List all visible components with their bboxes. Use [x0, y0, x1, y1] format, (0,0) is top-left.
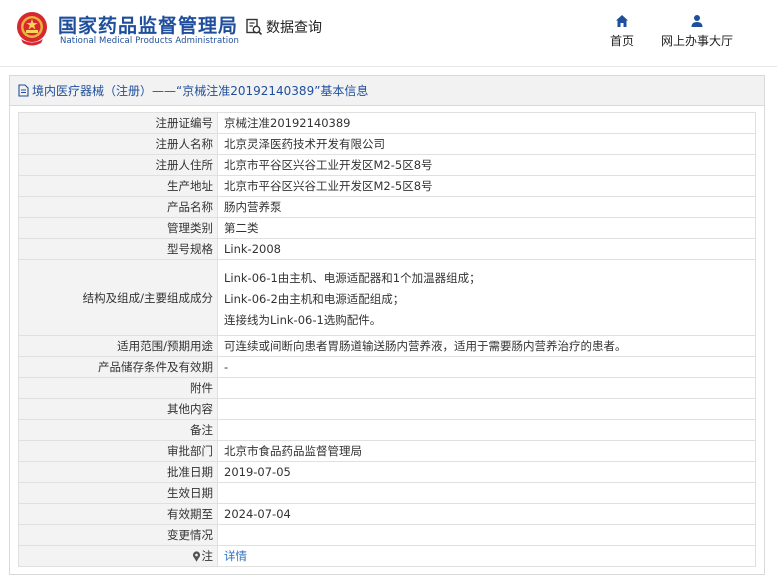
table-row: 注册人住所 北京市平谷区兴谷工业开发区M2-5区8号 [18, 154, 756, 176]
details-link[interactable]: 详情 [224, 549, 247, 563]
detail-panel: 境内医疗器械（注册）——“京械注准20192140389”基本信息 注册证编号京… [9, 75, 765, 575]
field-key: 注册人住所 [18, 154, 218, 176]
table-row: 其他内容 [18, 398, 756, 420]
data-query-link[interactable]: 数据查询 [245, 17, 322, 37]
field-key: 批准日期 [18, 461, 218, 483]
user-icon [691, 15, 703, 27]
field-value [217, 524, 756, 546]
field-value: 北京市食品药品监督管理局 [217, 440, 756, 462]
field-key: 型号规格 [18, 238, 218, 260]
nav-home-label: 首页 [609, 34, 634, 48]
home-icon [616, 15, 628, 27]
note-key: 注 [18, 545, 218, 567]
field-value: 可连续或间断向患者胃肠道输送肠内营养液，适用于需要肠内营养治疗的患者。 [217, 335, 756, 357]
table-row: 有效期至 2024-07-04 [18, 503, 756, 525]
structure-line: 连接线为Link-06-1选购配件。 [224, 312, 382, 327]
field-value: 2019-07-05 [217, 461, 756, 483]
field-key: 结构及组成/主要组成成分 [18, 259, 218, 336]
field-value: 北京市平谷区兴谷工业开发区M2-5区8号 [217, 175, 756, 197]
field-key: 附件 [18, 377, 218, 399]
field-value: 北京市平谷区兴谷工业开发区M2-5区8号 [217, 154, 756, 176]
info-pin-icon [192, 551, 200, 562]
document-icon [18, 84, 29, 97]
field-value: 2024-07-04 [217, 503, 756, 525]
table-row: 批准日期 2019-07-05 [18, 461, 756, 483]
table-row: 适用范围/预期用途 可连续或间断向患者胃肠道输送肠内营养液，适用于需要肠内营养治疗… [18, 335, 756, 357]
table-row: 型号规格 Link-2008 [18, 238, 756, 260]
field-key: 管理类别 [18, 217, 218, 239]
field-key: 审批部门 [18, 440, 218, 462]
field-value [217, 482, 756, 504]
field-key: 注册人名称 [18, 133, 218, 155]
panel-title: 境内医疗器械（注册）——“京械注准20192140389”基本信息 [32, 84, 369, 98]
table-row: 产品储存条件及有效期 - [18, 356, 756, 378]
field-key: 注册证编号 [18, 112, 218, 134]
field-value: 肠内营养泵 [217, 196, 756, 218]
table-row: 生产地址 北京市平谷区兴谷工业开发区M2-5区8号 [18, 175, 756, 197]
panel-header: 境内医疗器械（注册）——“京械注准20192140389”基本信息 [10, 76, 764, 106]
structure-line: Link-06-1由主机、电源适配器和1个加温器组成； [224, 270, 481, 285]
field-key: 产品名称 [18, 196, 218, 218]
field-value [217, 398, 756, 420]
field-key: 生效日期 [18, 482, 218, 504]
table-row: 变更情况 [18, 524, 756, 546]
table-row: 产品名称 肠内营养泵 [18, 196, 756, 218]
field-key: 有效期至 [18, 503, 218, 525]
national-emblem-icon [17, 12, 47, 46]
field-key: 其他内容 [18, 398, 218, 420]
data-query-label: 数据查询 [266, 20, 322, 36]
field-value: 北京灵泽医药技术开发有限公司 [217, 133, 756, 155]
field-value: 第二类 [217, 217, 756, 239]
field-key: 适用范围/预期用途 [18, 335, 218, 357]
site-header: 国家药品监督管理局 National Medical Products Admi… [0, 0, 777, 66]
field-value [217, 377, 756, 399]
field-key: 产品储存条件及有效期 [18, 356, 218, 378]
site-title-en[interactable]: National Medical Products Administration [60, 36, 239, 46]
table-row: 管理类别 第二类 [18, 217, 756, 239]
field-value: Link-2008 [217, 238, 756, 260]
table-row: 注 详情 [18, 545, 756, 567]
table-row: 生效日期 [18, 482, 756, 504]
search-document-icon [246, 18, 263, 36]
nav-online-hall-label: 网上办事大厅 [660, 34, 733, 48]
structure-line: Link-06-2由主机和电源适配组成； [224, 291, 405, 306]
info-table: 注册证编号 京械注准20192140389 注册人名称 北京灵泽医药技术开发有限公司… [18, 112, 756, 567]
table-row: 备注 [18, 419, 756, 441]
field-key: 生产地址 [18, 175, 218, 197]
field-key: 备注 [18, 419, 218, 441]
field-value-structure: Link-06-1由主机、电源适配器和1个加温器组成； Link-06-2由主机… [217, 259, 756, 336]
table-row: 注册人名称 北京灵泽医药技术开发有限公司 [18, 133, 756, 155]
field-value: - [217, 356, 756, 378]
field-value: 京械注准20192140389 [217, 112, 756, 134]
header-divider [0, 66, 777, 67]
field-key: 变更情况 [18, 524, 218, 546]
table-row: 结构及组成/主要组成成分 Link-06-1由主机、电源适配器和1个加温器组成；… [18, 259, 756, 336]
field-value [217, 419, 756, 441]
table-row: 审批部门 北京市食品药品监督管理局 [18, 440, 756, 462]
note-key-label: 注 [201, 549, 214, 563]
site-title-cn[interactable]: 国家药品监督管理局 [58, 11, 238, 38]
nav-home[interactable]: 首页 [604, 14, 640, 49]
field-value: 详情 [217, 545, 756, 567]
table-row: 注册证编号 京械注准20192140389 [18, 112, 756, 134]
nav-online-hall[interactable]: 网上办事大厅 [657, 14, 737, 49]
table-row: 附件 [18, 377, 756, 399]
